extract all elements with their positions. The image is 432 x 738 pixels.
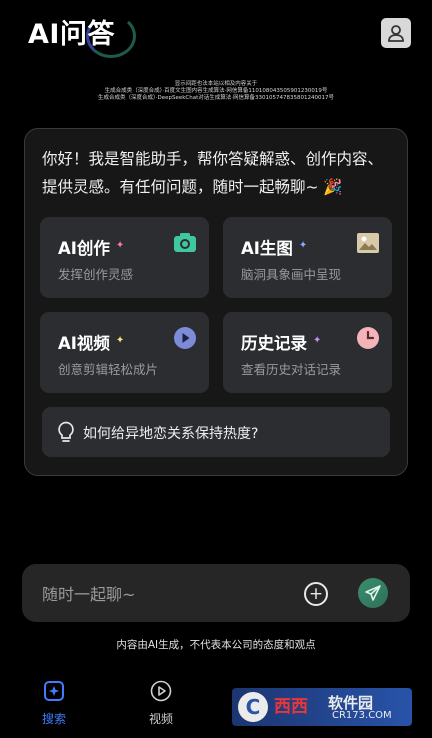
play-circle-icon xyxy=(150,680,172,702)
registration-line-1: 显示间距也法本站以相及内容关于 xyxy=(174,81,258,87)
clock-icon xyxy=(357,327,379,349)
nav-search[interactable]: 搜索 xyxy=(24,680,84,727)
sparkle-icon: ✦ xyxy=(115,335,125,346)
tile-subtitle: 脑洞具象画中呈现 xyxy=(241,267,342,282)
sparkle-icon: ✦ xyxy=(298,240,308,251)
tile-history[interactable]: 历史记录 ✦ 查看历史对话记录 xyxy=(223,312,392,393)
tile-subtitle: 查看历史对话记录 xyxy=(241,362,342,377)
nav-video[interactable]: 视频 xyxy=(131,680,191,727)
tile-subtitle: 发挥创作灵感 xyxy=(58,267,134,282)
add-button[interactable]: + xyxy=(304,582,328,606)
app-title: AI问答 xyxy=(28,19,115,50)
nav-label: 视频 xyxy=(148,712,173,726)
sparkle-icon: ✦ xyxy=(313,335,322,346)
greeting-text: 你好！我是智能助手，帮你答疑解惑、创作内容、提供灵感。有任何问题，随时一起畅聊~… xyxy=(42,150,384,196)
tile-title: AI视频 ✦ xyxy=(58,334,125,353)
nav-label: 搜索 xyxy=(41,712,66,726)
ai-disclaimer: 内容由AI生成，不代表本公司的态度和观点 xyxy=(116,639,316,651)
suggested-question[interactable]: 如何给异地恋关系保持热度? xyxy=(42,407,390,457)
watermark-brand: 西西 xyxy=(274,697,308,717)
play-icon xyxy=(174,327,196,349)
lightbulb-icon xyxy=(58,421,74,442)
registration-line-2: 生成合成类（深度合成）·百度文生图内容生成算法·网信算备110108043505… xyxy=(104,88,328,94)
chat-bar: + xyxy=(22,564,410,622)
image-icon xyxy=(357,233,379,253)
tile-ai-create[interactable]: AI创作 ✦ 发挥创作灵感 xyxy=(40,217,209,298)
suggestion-text: 如何给异地恋关系保持热度? xyxy=(83,426,259,442)
tile-subtitle: 创意剪辑轻松成片 xyxy=(58,362,159,377)
camera-icon xyxy=(174,233,196,252)
tile-ai-image[interactable]: AI生图 ✦ 脑洞具象画中呈现 xyxy=(223,217,392,298)
tile-title: AI生图 ✦ xyxy=(241,239,308,258)
registration-line-3: 生成合成类（深度合成）·DeepSeekChat对话生成算法·网信算备33010… xyxy=(97,95,335,101)
user-icon xyxy=(388,25,404,42)
tile-title: 历史记录 ✦ xyxy=(241,334,322,353)
plus-icon: + xyxy=(308,583,324,604)
watermark-banner: C 西西 软件园 CR173.COM xyxy=(232,688,412,726)
sparkle-search-icon xyxy=(44,681,64,701)
tile-title: AI创作 ✦ xyxy=(58,239,125,258)
profile-button[interactable] xyxy=(381,18,411,48)
send-button[interactable] xyxy=(358,578,388,608)
sparkle-icon: ✦ xyxy=(115,240,125,251)
chat-input[interactable] xyxy=(40,578,284,610)
watermark-logo: C xyxy=(238,692,268,722)
watermark-domain: CR173.COM xyxy=(332,710,392,721)
tile-ai-video[interactable]: AI视频 ✦ 创意剪辑轻松成片 xyxy=(40,312,209,393)
send-icon xyxy=(365,585,381,601)
